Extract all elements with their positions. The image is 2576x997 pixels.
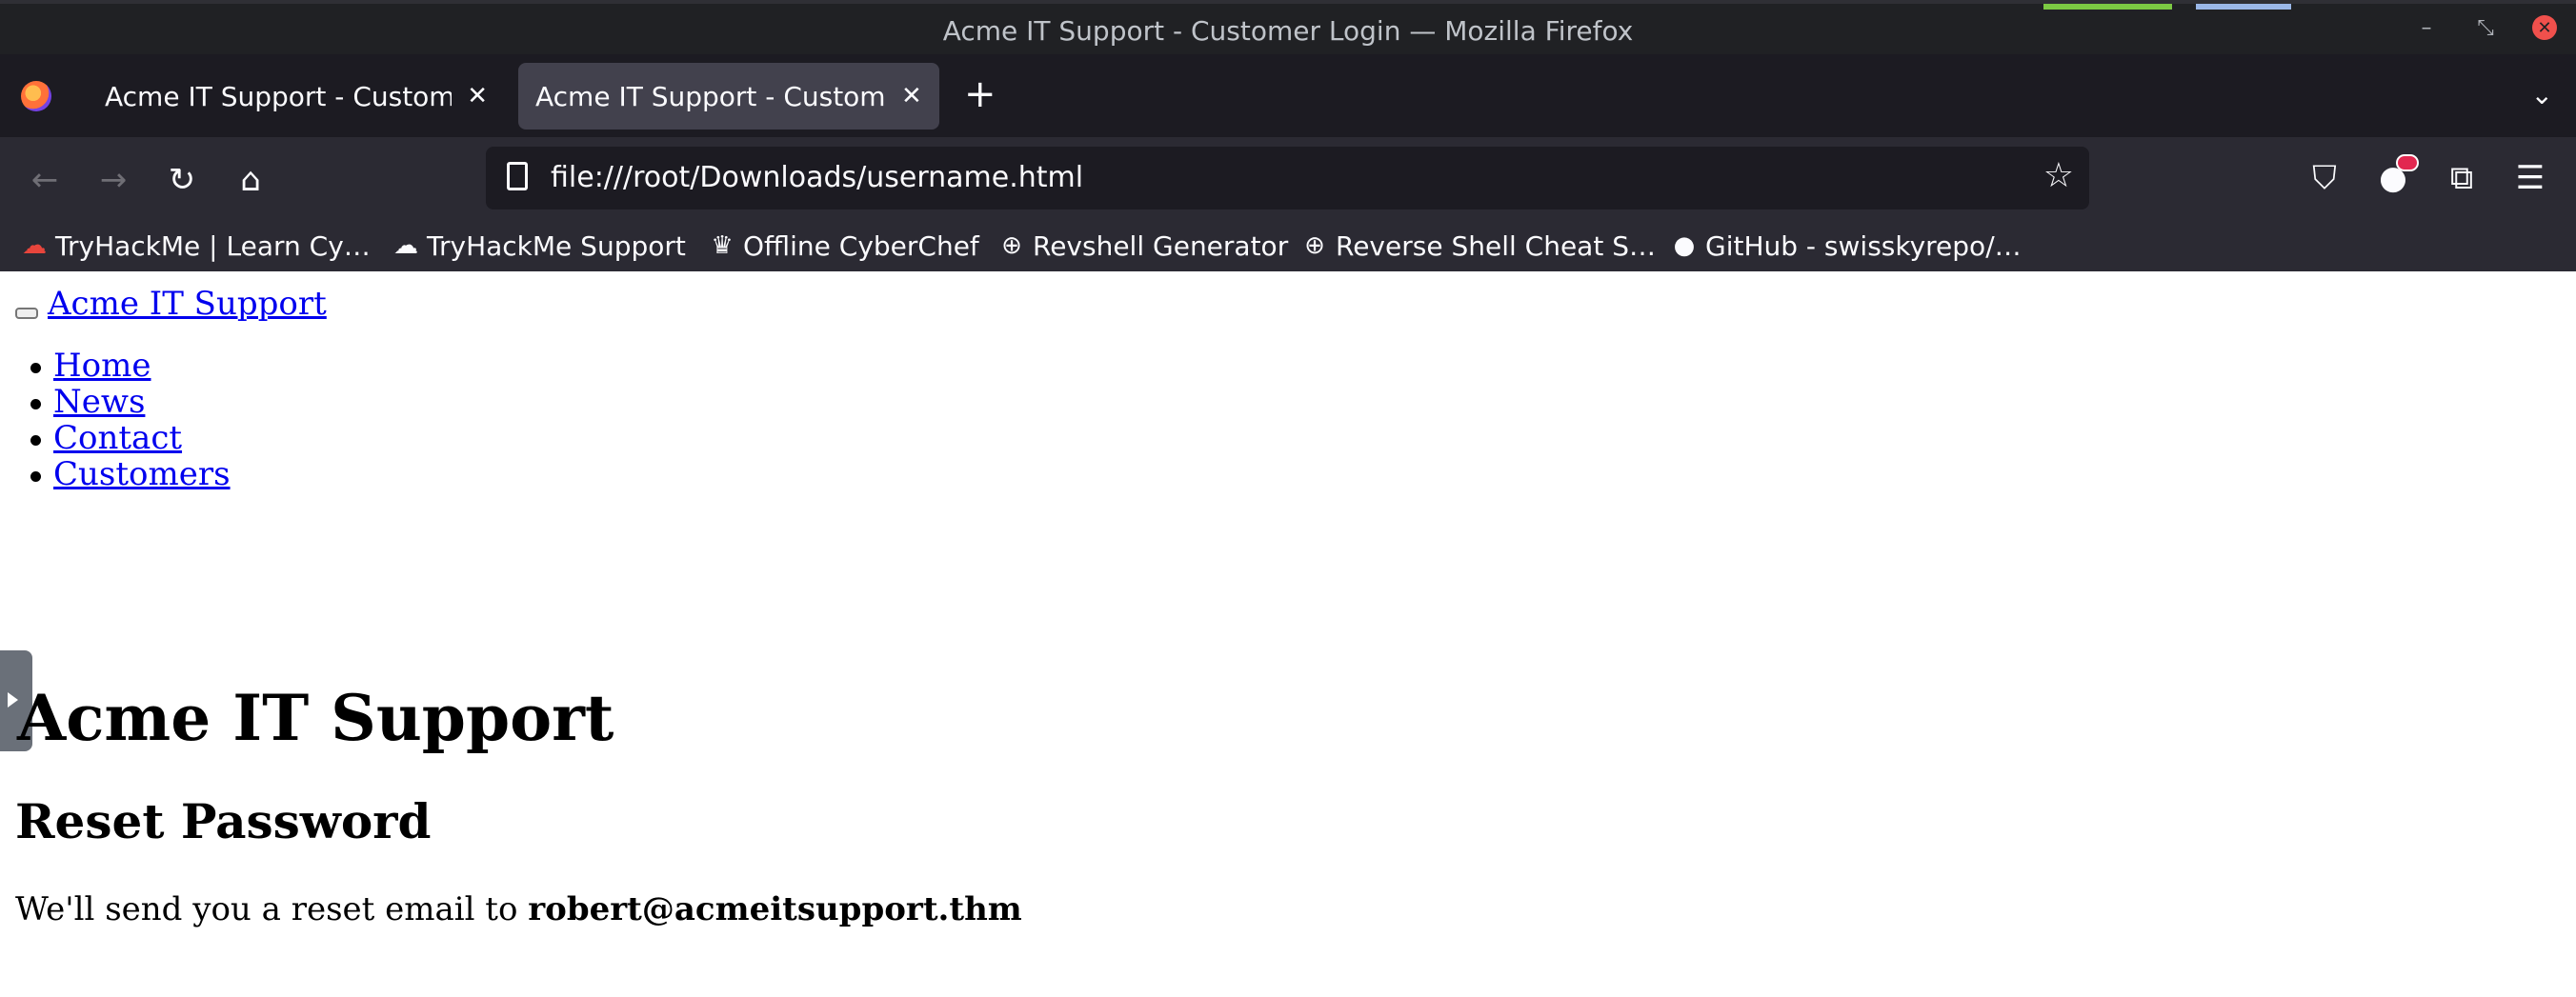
nav-link-customers[interactable]: Customers	[53, 455, 231, 493]
reset-message-text: We'll send you a reset email to	[15, 890, 518, 928]
tryhackme-icon: ☁	[22, 231, 47, 260]
nav-toolbar: ← → ↻ ⌂ file:///root/Downloads/username.…	[0, 137, 2576, 221]
extension-icon[interactable]: ●	[2369, 154, 2419, 202]
tray-indicator	[2043, 4, 2172, 10]
bookmark-tryhackme[interactable]: ☁ TryHackMe | Learn Cy…	[21, 227, 371, 265]
extensions-icon[interactable]: ⧉	[2438, 154, 2485, 202]
tab-1[interactable]: Acme IT Support - Customer Login ✕	[88, 63, 505, 130]
page-heading: Acme IT Support	[17, 681, 614, 755]
bookmark-revshell[interactable]: ⊕ Revshell Generator	[998, 227, 1288, 265]
bookmark-cyberchef[interactable]: ♛ Offline CyberChef	[709, 227, 979, 265]
page-content: Acme IT Support Home News Contact Custom…	[0, 271, 2576, 997]
pocket-icon[interactable]: ⛉	[2301, 154, 2348, 202]
site-nav: Home News Contact Customers	[30, 347, 231, 493]
navbar-toggle-button[interactable]	[15, 308, 38, 319]
home-icon[interactable]: ⌂	[227, 156, 274, 204]
bookmark-tryhackme-support[interactable]: ☁ TryHackMe Support	[392, 227, 686, 265]
chef-hat-icon: ♛	[711, 231, 734, 260]
nav-link-news[interactable]: News	[53, 383, 145, 421]
reset-message: We'll send you a reset email to robert@a…	[15, 890, 1022, 928]
bookmark-label: Revshell Generator	[1033, 229, 1289, 262]
globe-icon: ⊕	[1304, 231, 1325, 260]
bookmark-star-icon[interactable]: ☆	[2043, 156, 2074, 195]
reload-icon[interactable]: ↻	[158, 156, 206, 204]
menu-icon[interactable]: ☰	[2506, 154, 2554, 202]
restore-icon[interactable]: ⤡	[2473, 15, 2498, 40]
chevron-down-icon[interactable]: ⌄	[2531, 79, 2553, 110]
close-tab-icon[interactable]: ✕	[467, 82, 488, 110]
github-icon: ●	[1673, 231, 1696, 260]
window-title: Acme IT Support - Customer Login — Mozil…	[942, 15, 1634, 47]
bookmark-label: TryHackMe | Learn Cy…	[55, 229, 371, 262]
firefox-icon[interactable]	[21, 81, 51, 111]
brand-link[interactable]: Acme IT Support	[48, 285, 327, 323]
section-heading: Reset Password	[15, 793, 432, 849]
close-tab-icon[interactable]: ✕	[901, 82, 922, 110]
bookmark-label: Reverse Shell Cheat S…	[1336, 229, 1656, 262]
page-icon	[507, 162, 528, 190]
tray-indicator	[2196, 4, 2291, 10]
back-icon[interactable]: ←	[21, 156, 69, 204]
url-bar[interactable]: file:///root/Downloads/username.html ☆	[486, 147, 2089, 209]
nav-item: Contact	[30, 419, 231, 457]
cloud-icon: ☁	[393, 231, 418, 260]
tab-label: Acme IT Support - Customer Login	[105, 80, 453, 112]
bookmark-label: GitHub - swisskyrepo/…	[1705, 229, 2022, 262]
url-text[interactable]: file:///root/Downloads/username.html	[551, 161, 1083, 194]
bookmark-label: Offline CyberChef	[743, 229, 979, 262]
bookmark-label: TryHackMe Support	[427, 229, 686, 262]
badge	[2396, 154, 2419, 171]
nav-item: Customers	[30, 455, 231, 493]
window-titlebar: Acme IT Support - Customer Login — Mozil…	[0, 0, 2576, 54]
tab-label: Acme IT Support - Customer Login	[535, 80, 886, 112]
nav-link-home[interactable]: Home	[53, 347, 151, 385]
new-tab-icon[interactable]: +	[964, 75, 996, 113]
minimize-icon[interactable]: –	[2414, 15, 2439, 40]
bookmark-github[interactable]: ● GitHub - swisskyrepo/…	[1671, 227, 2022, 265]
nav-link-contact[interactable]: Contact	[53, 419, 182, 457]
reset-email: robert@acmeitsupport.thm	[528, 890, 1022, 928]
close-icon[interactable]: ✕	[2532, 15, 2557, 40]
nav-item: News	[30, 383, 231, 421]
tab-bar: Acme IT Support - Customer Login ✕ Acme …	[0, 54, 2576, 137]
tab-2[interactable]: Acme IT Support - Customer Login ✕	[518, 63, 939, 130]
bookmarks-bar: ☁ TryHackMe | Learn Cy… ☁ TryHackMe Suppor…	[0, 221, 2576, 271]
globe-icon: ⊕	[1001, 231, 1022, 260]
bookmark-reverse-shell[interactable]: ⊕ Reverse Shell Cheat S…	[1301, 227, 1656, 265]
forward-icon[interactable]: →	[90, 156, 137, 204]
nav-item: Home	[30, 347, 231, 385]
